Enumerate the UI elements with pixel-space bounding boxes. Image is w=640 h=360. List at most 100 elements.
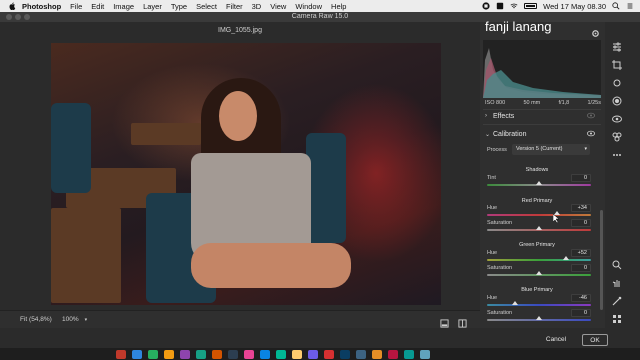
apple-icon[interactable] xyxy=(8,2,16,10)
slider-label: Saturation xyxy=(487,310,513,316)
red-eye-icon[interactable] xyxy=(612,114,622,124)
presets-icon[interactable] xyxy=(612,132,622,142)
compare-view-icon[interactable] xyxy=(440,315,449,328)
menu-select[interactable]: Select xyxy=(196,2,217,11)
sampler-icon[interactable] xyxy=(612,296,622,306)
menu-bar: Photoshop File Edit Image Layer Type Sel… xyxy=(0,0,640,12)
slider-value[interactable]: 0 xyxy=(571,309,591,317)
calibration-label: Calibration xyxy=(493,130,527,138)
dock-app-icon[interactable] xyxy=(180,350,190,359)
zoom-select[interactable]: 100% ▾ xyxy=(62,314,92,325)
dock-app-icon[interactable] xyxy=(388,350,398,359)
menu-help[interactable]: Help xyxy=(331,2,346,11)
eye-icon[interactable] xyxy=(587,112,595,119)
fit-zoom-label[interactable]: Fit (54,8%) xyxy=(20,316,52,323)
before-after-icon[interactable] xyxy=(458,315,467,328)
green-hue-slider[interactable]: Hue +52 xyxy=(487,249,591,261)
calibration-section-header[interactable]: ⌄ Calibration xyxy=(485,128,601,140)
slider-thumb[interactable] xyxy=(512,301,519,305)
menu-app-name[interactable]: Photoshop xyxy=(22,2,61,11)
green-saturation-slider[interactable]: Saturation 0 xyxy=(487,264,591,276)
menu-edit[interactable]: Edit xyxy=(91,2,104,11)
slider-value[interactable]: +34 xyxy=(571,204,591,212)
gear-icon[interactable] xyxy=(591,25,600,37)
ok-button[interactable]: OK xyxy=(582,334,608,346)
dock-app-icon[interactable] xyxy=(244,350,254,359)
slider-value[interactable]: 0 xyxy=(571,219,591,227)
dock-app-icon[interactable] xyxy=(420,350,430,359)
menu-image[interactable]: Image xyxy=(113,2,134,11)
tray-icon[interactable] xyxy=(496,2,504,10)
histogram xyxy=(483,40,601,98)
slider-thumb[interactable] xyxy=(563,256,570,260)
more-icon[interactable] xyxy=(612,150,622,160)
red-saturation-slider[interactable]: Saturation 0 xyxy=(487,219,591,231)
dock-app-icon[interactable] xyxy=(212,350,222,359)
dock-app-icon[interactable] xyxy=(132,350,142,359)
red-hue-slider[interactable]: Hue +34 xyxy=(487,204,591,216)
menu-layer[interactable]: Layer xyxy=(143,2,162,11)
slider-value[interactable]: +52 xyxy=(571,249,591,257)
menu-type[interactable]: Type xyxy=(171,2,187,11)
menu-3d[interactable]: 3D xyxy=(252,2,262,11)
dock-app-icon[interactable] xyxy=(372,350,382,359)
slider-thumb[interactable] xyxy=(536,181,542,185)
blue-saturation-slider[interactable]: Saturation 0 xyxy=(487,309,591,321)
dock-app-icon[interactable] xyxy=(340,350,350,359)
cancel-button[interactable]: Cancel xyxy=(540,334,572,346)
process-version-select[interactable]: Version 5 (Current) ▾ xyxy=(512,144,590,155)
eye-icon[interactable] xyxy=(587,130,595,137)
slider-track[interactable] xyxy=(487,259,591,261)
spotlight-icon[interactable] xyxy=(612,2,620,10)
slider-thumb[interactable] xyxy=(536,316,542,320)
photo-preview[interactable] xyxy=(51,43,441,305)
dock-app-icon[interactable] xyxy=(292,350,302,359)
dropbox-icon[interactable] xyxy=(482,2,490,10)
mask-icon[interactable] xyxy=(612,96,622,106)
dock-app-icon[interactable] xyxy=(228,350,238,359)
slider-thumb[interactable] xyxy=(536,271,542,275)
filename-bar: IMG_1055.jpg xyxy=(0,22,480,40)
slider-label: Saturation xyxy=(487,265,513,271)
slider-label: Hue xyxy=(487,295,498,301)
slider-track[interactable] xyxy=(487,304,591,306)
blue-hue-slider[interactable]: Hue -46 xyxy=(487,294,591,306)
menu-file[interactable]: File xyxy=(70,2,82,11)
crop-icon[interactable] xyxy=(612,60,622,70)
wifi-icon[interactable] xyxy=(510,2,518,10)
photo-subject-face xyxy=(219,91,257,141)
menu-view[interactable]: View xyxy=(270,2,286,11)
dock-app-icon[interactable] xyxy=(404,350,414,359)
slider-thumb[interactable] xyxy=(536,226,542,230)
dock-app-icon[interactable] xyxy=(196,350,206,359)
dock-app-icon[interactable] xyxy=(308,350,318,359)
photo-table xyxy=(51,208,121,303)
menu-window[interactable]: Window xyxy=(295,2,322,11)
filename: IMG_1055.jpg xyxy=(218,27,262,34)
slider-value[interactable]: 0 xyxy=(571,264,591,272)
shadows-tint-slider[interactable]: Tint 0 xyxy=(487,174,591,186)
clock[interactable]: Wed 17 May 08.30 xyxy=(543,2,606,11)
effects-section-header[interactable]: › Effects xyxy=(485,110,601,122)
edit-icon[interactable] xyxy=(612,42,622,52)
slider-value[interactable]: 0 xyxy=(571,174,591,182)
hand-tool-icon[interactable] xyxy=(612,278,622,288)
grid-icon[interactable] xyxy=(612,314,622,324)
dock-app-icon[interactable] xyxy=(116,350,126,359)
dock-app-icon[interactable] xyxy=(324,350,334,359)
dock-app-icon[interactable] xyxy=(260,350,270,359)
photo-chair xyxy=(51,103,91,193)
image-canvas[interactable] xyxy=(0,40,480,310)
dock-app-icon[interactable] xyxy=(356,350,366,359)
notification-icon[interactable] xyxy=(626,2,634,10)
battery-icon[interactable] xyxy=(524,3,538,9)
dock-app-icon[interactable] xyxy=(164,350,174,359)
zoom-tool-icon[interactable] xyxy=(612,260,622,270)
panel-scrollbar[interactable] xyxy=(600,210,603,310)
menu-filter[interactable]: Filter xyxy=(226,2,243,11)
dock-app-icon[interactable] xyxy=(148,350,158,359)
slider-track[interactable] xyxy=(487,214,591,216)
slider-value[interactable]: -46 xyxy=(571,294,591,302)
dock-app-icon[interactable] xyxy=(276,350,286,359)
healing-icon[interactable] xyxy=(612,78,622,88)
